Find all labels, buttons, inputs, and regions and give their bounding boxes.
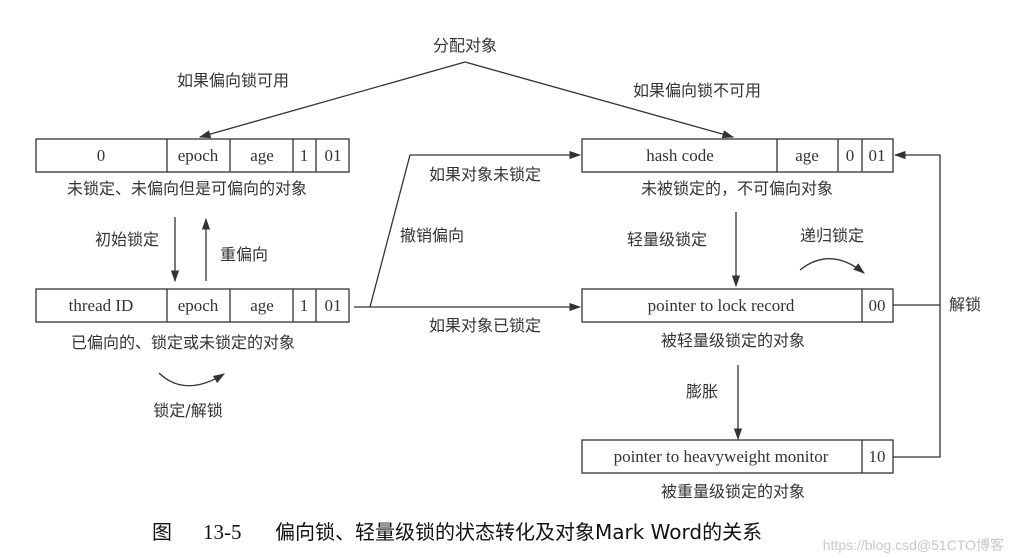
label-lock-unlock: 锁定/解锁 (153, 401, 222, 420)
cell-thread-id: thread ID (69, 296, 134, 315)
caption-prefix: 图 (152, 520, 172, 544)
cell-lock-bits: 01 (325, 146, 342, 165)
label-if-not-locked: 如果对象未锁定 (429, 165, 541, 184)
node-heavyweight-locked: pointer to heavyweight monitor 10 被重量级锁定… (581, 439, 894, 501)
caption-text: 偏向锁、轻量级锁的状态转化及对象Mark Word的关系 (275, 520, 762, 544)
label-bias-unavailable: 如果偏向锁不可用 (633, 81, 761, 100)
cell-hash-code: hash code (646, 146, 714, 165)
cell-age: age (250, 146, 274, 165)
cell-biased-bit: 1 (300, 146, 309, 165)
lock-state-diagram: 0 epoch age 1 01 未锁定、未偏向但是可偏向的对象 thread … (35, 36, 1004, 553)
cell-biased-bit: 1 (300, 296, 309, 315)
edge-unlock-rail (893, 150, 941, 458)
figure-caption: 图 13-5 偏向锁、轻量级锁的状态转化及对象Mark Word的关系 (152, 520, 762, 544)
cell-age: age (795, 146, 819, 165)
cell-lock-bits: 00 (869, 296, 886, 315)
node-label: 已偏向的、锁定或未锁定的对象 (71, 333, 295, 352)
label-revoke-bias: 撤销偏向 (400, 226, 464, 245)
node-unlocked-non-biasable: hash code age 0 01 未被锁定的，不可偏向对象 (581, 138, 894, 198)
label-if-locked: 如果对象已锁定 (429, 316, 541, 335)
node-label: 未锁定、未偏向但是可偏向的对象 (67, 179, 307, 198)
cell-epoch: epoch (178, 146, 219, 165)
cell-lock-bits: 10 (869, 447, 886, 466)
cell-age: age (250, 296, 274, 315)
node-label: 被轻量级锁定的对象 (661, 331, 805, 350)
cell-lock-bits: 01 (325, 296, 342, 315)
label-rebias: 重偏向 (220, 245, 268, 264)
label-initial-lock: 初始锁定 (95, 230, 159, 249)
watermark: https://blog.csd@51CTO博客 (823, 537, 1004, 553)
label-bias-available: 如果偏向锁可用 (177, 71, 289, 90)
caption-number: 13-5 (203, 520, 242, 544)
cell-epoch: epoch (178, 296, 219, 315)
node-unlocked-biasable: 0 epoch age 1 01 未锁定、未偏向但是可偏向的对象 (35, 138, 350, 198)
label-unlock: 解锁 (949, 295, 981, 314)
cell-lock-bits: 01 (869, 146, 886, 165)
node-label: 未被锁定的，不可偏向对象 (641, 179, 833, 198)
cell-biased-bit: 0 (846, 146, 855, 165)
label-allocate: 分配对象 (433, 36, 497, 55)
edge-recursive-lock-loop (799, 258, 865, 274)
label-recursive-lock: 递归锁定 (800, 226, 864, 245)
node-lightweight-locked: pointer to lock record 00 被轻量级锁定的对象 (581, 288, 894, 350)
cell-pointer-monitor: pointer to heavyweight monitor (614, 447, 829, 466)
edge-lock-unlock-loop (158, 372, 225, 387)
cell-pointer-lock-record: pointer to lock record (648, 296, 795, 315)
label-lightweight-lock: 轻量级锁定 (627, 230, 707, 249)
cell-zero: 0 (97, 146, 106, 165)
node-label: 被重量级锁定的对象 (661, 482, 805, 501)
node-biased: thread ID epoch age 1 01 已偏向的、锁定或未锁定的对象 (35, 288, 350, 352)
label-inflate: 膨胀 (686, 382, 718, 401)
